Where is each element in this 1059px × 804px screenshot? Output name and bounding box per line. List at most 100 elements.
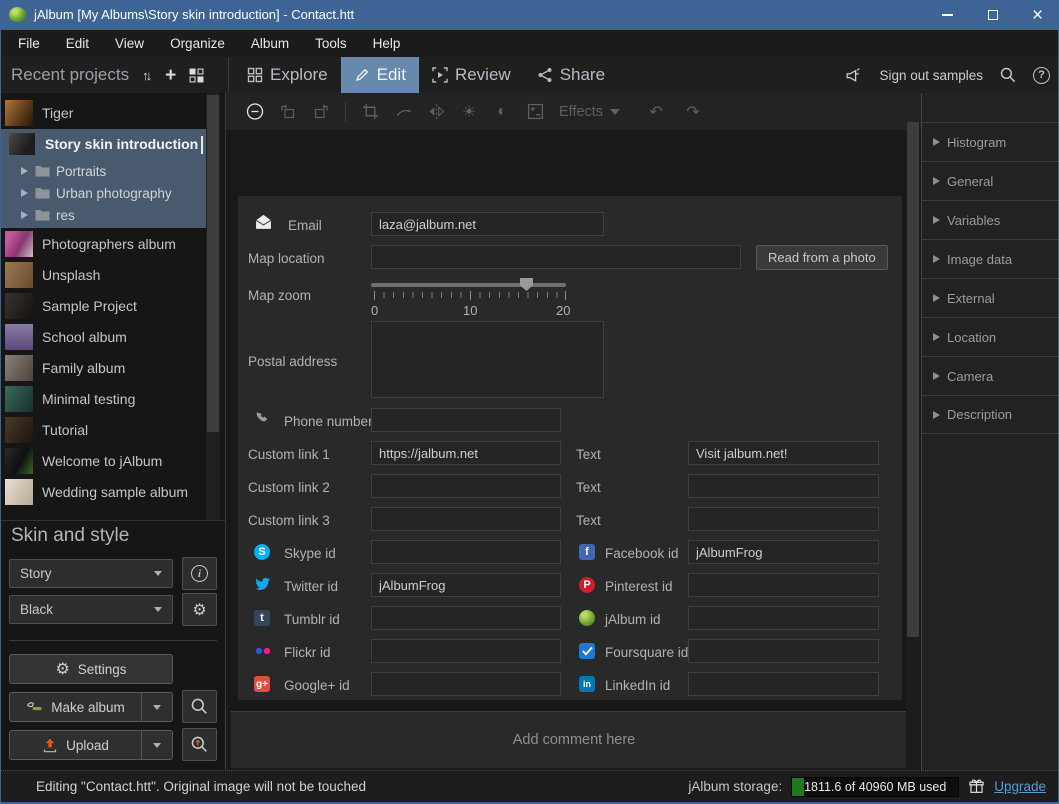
scrollbar-thumb[interactable] <box>207 95 219 432</box>
panel-description[interactable]: Description <box>922 395 1059 434</box>
make-album-dropdown-arrow[interactable] <box>142 693 172 721</box>
panel-histogram[interactable]: Histogram <box>922 122 1059 161</box>
pinterest-input[interactable] <box>688 573 879 597</box>
project-item[interactable]: Sample Project <box>1 290 207 321</box>
map-location-input[interactable] <box>371 245 741 269</box>
style-select[interactable]: Black <box>9 595 173 624</box>
panel-general[interactable]: General <box>922 161 1059 200</box>
close-button[interactable]: × <box>1015 0 1059 30</box>
menu-file[interactable]: File <box>5 30 53 57</box>
custom-link-3-text-input[interactable] <box>688 507 879 531</box>
panel-variables[interactable]: Variables <box>922 200 1059 239</box>
phone-input[interactable] <box>371 408 561 432</box>
add-project-icon[interactable]: + <box>165 66 176 85</box>
project-item[interactable]: Photographers album <box>1 228 207 259</box>
twitter-input[interactable] <box>371 573 561 597</box>
facebook-input[interactable] <box>688 540 879 564</box>
menu-view[interactable]: View <box>102 30 157 57</box>
crop-icon[interactable] <box>361 102 379 122</box>
zoom-out-icon[interactable] <box>246 102 264 122</box>
map-zoom-slider-thumb[interactable] <box>520 278 533 291</box>
skype-input[interactable] <box>371 540 561 564</box>
upgrade-link[interactable]: Upgrade <box>994 779 1046 794</box>
custom-link-1-text-input[interactable] <box>688 441 879 465</box>
redo-icon[interactable]: ↷ <box>684 102 702 122</box>
map-zoom-slider[interactable] <box>371 283 566 287</box>
jalbum-input[interactable] <box>688 606 879 630</box>
skin-info-button[interactable]: i <box>182 557 217 590</box>
main-scrollbar[interactable] <box>906 122 920 768</box>
project-item[interactable]: Family album <box>1 352 207 383</box>
effects-dropdown[interactable]: Effects <box>559 104 620 120</box>
sort-projects-icon[interactable]: ↑↓ <box>142 68 152 83</box>
scrollbar-thumb[interactable] <box>907 122 919 637</box>
make-album-button[interactable]: Make album <box>10 693 142 721</box>
postal-address-textarea[interactable] <box>371 321 604 398</box>
tumblr-input[interactable] <box>371 606 561 630</box>
project-item[interactable]: Wedding sample album <box>1 476 207 507</box>
help-icon[interactable]: ? <box>1033 67 1050 84</box>
tab-share[interactable]: Share <box>524 57 618 93</box>
custom-link-1-url-input[interactable] <box>371 441 561 465</box>
straighten-icon[interactable] <box>394 102 412 122</box>
tab-explore[interactable]: Explore <box>234 57 341 93</box>
expand-arrow-icon[interactable] <box>21 189 28 197</box>
comment-input[interactable]: Add comment here <box>231 711 917 768</box>
project-item[interactable]: Minimal testing <box>1 383 207 414</box>
email-input[interactable] <box>371 212 604 236</box>
panel-image-data[interactable]: Image data <box>922 239 1059 278</box>
tab-edit[interactable]: Edit <box>341 57 419 93</box>
maximize-button[interactable] <box>970 0 1015 30</box>
flip-icon[interactable] <box>427 102 445 122</box>
announcements-megaphone-icon[interactable] <box>844 66 863 85</box>
project-item[interactable]: Welcome to jAlbum <box>1 445 207 476</box>
skype-label: Skype id <box>284 546 336 561</box>
projects-scrollbar[interactable] <box>206 93 220 520</box>
project-item-tiger[interactable]: Tiger <box>1 97 207 128</box>
preview-album-button[interactable] <box>182 690 217 723</box>
panel-external[interactable]: External <box>922 278 1059 317</box>
menu-tools[interactable]: Tools <box>302 30 360 57</box>
upload-dropdown-arrow[interactable] <box>142 731 172 759</box>
levels-icon[interactable] <box>526 102 544 122</box>
menu-help[interactable]: Help <box>360 30 414 57</box>
folder-item-res[interactable]: res <box>1 204 208 226</box>
rotate-right-icon[interactable] <box>312 102 330 122</box>
folder-item-portraits[interactable]: Portraits <box>1 160 208 182</box>
folder-item-urban-photography[interactable]: Urban photography <box>1 182 208 204</box>
custom-link-2-text-input[interactable] <box>688 474 879 498</box>
panel-location[interactable]: Location <box>922 317 1059 356</box>
custom-link-3-url-input[interactable] <box>371 507 561 531</box>
brightness-icon[interactable]: ☀ <box>460 102 478 122</box>
expand-arrow-icon[interactable] <box>21 211 28 219</box>
preview-upload-button[interactable] <box>182 728 217 761</box>
project-item[interactable]: Tutorial <box>1 414 207 445</box>
flickr-input[interactable] <box>371 639 561 663</box>
expand-arrow-icon[interactable] <box>21 167 28 175</box>
panel-camera[interactable]: Camera <box>922 356 1059 395</box>
minimize-button[interactable] <box>925 0 970 30</box>
menu-edit[interactable]: Edit <box>53 30 102 57</box>
contrast-icon[interactable]: ◐ <box>493 102 511 122</box>
menu-album[interactable]: Album <box>238 30 302 57</box>
upload-button[interactable]: Upload <box>10 731 142 759</box>
project-item[interactable]: Unsplash <box>1 259 207 290</box>
project-view-grid-icon[interactable] <box>189 68 204 83</box>
style-settings-button[interactable]: ⚙ <box>182 593 217 626</box>
tab-review[interactable]: Review <box>419 57 524 93</box>
search-icon[interactable] <box>999 66 1017 84</box>
settings-button[interactable]: ⚙ Settings <box>9 654 173 684</box>
undo-icon[interactable]: ↶ <box>647 102 665 122</box>
rotate-left-icon[interactable] <box>279 102 297 122</box>
project-item-selected[interactable]: Story skin introduction Portraits Urban … <box>1 129 208 228</box>
foursquare-input[interactable] <box>688 639 879 663</box>
skin-select[interactable]: Story <box>9 559 173 588</box>
read-from-photo-button[interactable]: Read from a photo <box>756 245 888 270</box>
custom-link-2-url-input[interactable] <box>371 474 561 498</box>
menu-organize[interactable]: Organize <box>157 30 238 57</box>
google-plus-input[interactable] <box>371 672 561 696</box>
sign-out-link[interactable]: Sign out samples <box>879 68 983 83</box>
gift-icon[interactable] <box>968 778 985 795</box>
linkedin-input[interactable] <box>688 672 879 696</box>
project-item[interactable]: School album <box>1 321 207 352</box>
